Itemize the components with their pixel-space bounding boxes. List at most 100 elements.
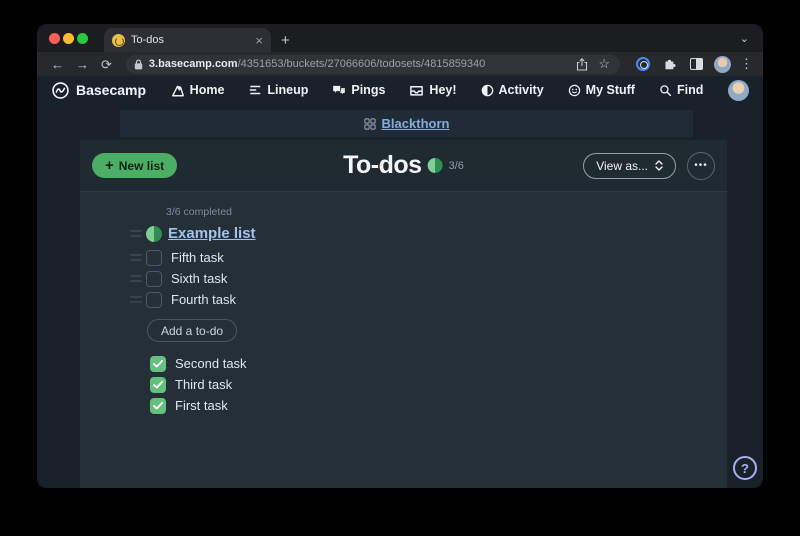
browser-tab[interactable]: To-dos × <box>104 28 271 52</box>
nav-item-lineup[interactable]: Lineup <box>248 83 308 97</box>
basecamp-navbar: Basecamp Home Lineup Pings Hey! <box>37 76 763 104</box>
drag-handle-icon[interactable] <box>130 296 146 303</box>
view-as-label: View as... <box>596 159 648 173</box>
list-progress-pie-icon <box>146 226 162 242</box>
browser-profile-avatar[interactable] <box>714 56 731 73</box>
address-bar[interactable]: 3.basecamp.com/4351653/buckets/27066606/… <box>126 55 620 74</box>
new-tab-button[interactable]: + <box>281 32 290 49</box>
todo-checkbox[interactable] <box>146 250 162 266</box>
todo-checkbox[interactable] <box>146 292 162 308</box>
nav-item-pings[interactable]: Pings <box>332 83 385 97</box>
nav-item-find[interactable]: Find <box>659 83 703 97</box>
new-list-label: New list <box>119 159 164 173</box>
breadcrumb: Blackthorn <box>120 110 693 137</box>
tab-search-chevron-icon[interactable]: ⌄ <box>740 32 749 45</box>
todo-row-done: Second task <box>150 353 256 374</box>
find-icon <box>659 84 672 97</box>
zoom-window-button[interactable] <box>77 33 88 44</box>
onepassword-extension-icon[interactable] <box>634 57 652 71</box>
updown-chevron-icon <box>655 160 663 171</box>
extensions-puzzle-icon[interactable] <box>661 57 679 71</box>
todos-titlebar: + New list To-dos 3/6 View as... ••• <box>80 140 727 192</box>
add-todo-button[interactable]: Add a to-do <box>147 319 237 342</box>
url-domain: 3.basecamp.com <box>149 58 238 70</box>
basecamp-page: Basecamp Home Lineup Pings Hey! <box>37 76 763 488</box>
pings-icon <box>332 84 346 97</box>
todo-row-done: Third task <box>150 374 256 395</box>
more-options-button[interactable]: ••• <box>687 152 715 180</box>
todo-row-done: First task <box>150 395 256 416</box>
browser-menu-kebab-icon[interactable]: ⋮ <box>740 56 753 72</box>
check-icon <box>153 381 163 389</box>
page-title: To-dos <box>343 151 421 180</box>
todo-label: Second task <box>175 356 247 371</box>
nav-item-home[interactable]: Home <box>171 83 225 97</box>
lineup-icon <box>248 84 262 96</box>
todo-checkbox-checked[interactable] <box>150 377 166 393</box>
breadcrumb-project-link[interactable]: Blackthorn <box>364 116 450 131</box>
plus-icon: + <box>105 158 114 173</box>
titlebar-controls: View as... ••• <box>583 152 715 180</box>
forward-icon[interactable]: → <box>72 58 93 71</box>
share-icon[interactable] <box>574 58 590 71</box>
list-title-link[interactable]: Example list <box>168 225 256 242</box>
completed-summary: 3/6 completed <box>166 206 256 218</box>
check-icon <box>153 360 163 368</box>
nav-item-activity[interactable]: Activity <box>481 83 544 97</box>
minimize-window-button[interactable] <box>63 33 74 44</box>
project-grid-icon <box>364 118 376 130</box>
drag-handle-icon[interactable] <box>130 230 146 237</box>
title-group: To-dos 3/6 <box>343 151 464 180</box>
close-window-button[interactable] <box>49 33 60 44</box>
basecamp-profile-avatar[interactable] <box>728 80 749 101</box>
home-icon <box>171 84 185 97</box>
url-text: 3.basecamp.com/4351653/buckets/27066606/… <box>149 58 568 70</box>
view-as-select[interactable]: View as... <box>583 153 676 179</box>
check-icon <box>153 402 163 410</box>
nav-item-my-stuff[interactable]: My Stuff <box>568 83 635 97</box>
todo-row-open: Fifth task <box>130 247 256 268</box>
help-button[interactable]: ? <box>733 456 757 480</box>
hey-icon <box>409 84 424 97</box>
todo-label: Sixth task <box>171 271 227 286</box>
todo-label: Fourth task <box>171 292 236 307</box>
browser-toolbar: ← → ⟳ 3.basecamp.com/4351653/buckets/270… <box>37 52 763 76</box>
basecamp-logo[interactable]: Basecamp <box>51 81 146 100</box>
todo-label: Fifth task <box>171 250 224 265</box>
todo-checkbox-checked[interactable] <box>150 398 166 414</box>
url-path: /4351653/buckets/27066606/todosets/48158… <box>238 58 486 70</box>
todo-label: First task <box>175 398 228 413</box>
progress-pie-icon <box>428 158 443 173</box>
todo-checkbox[interactable] <box>146 271 162 287</box>
side-panel-icon[interactable] <box>688 58 705 70</box>
tab-title: To-dos <box>131 34 249 46</box>
extensions-area: ⋮ <box>630 56 753 73</box>
brand-name: Basecamp <box>76 82 146 98</box>
list-header-row: Example list <box>130 222 256 245</box>
traffic-lights <box>37 33 88 52</box>
basecamp-logo-icon <box>51 81 70 100</box>
activity-icon <box>481 84 494 97</box>
todo-label: Third task <box>175 377 232 392</box>
bookmark-star-icon[interactable]: ☆ <box>596 56 612 72</box>
todos-panel: + New list To-dos 3/6 View as... ••• <box>80 140 727 488</box>
back-icon[interactable]: ← <box>47 58 68 71</box>
new-list-button[interactable]: + New list <box>92 153 177 178</box>
nav-item-hey[interactable]: Hey! <box>409 83 456 97</box>
todo-row-open: Fourth task <box>130 289 256 310</box>
todo-checkbox-checked[interactable] <box>150 356 166 372</box>
my-stuff-icon <box>568 84 581 97</box>
todo-row-open: Sixth task <box>130 268 256 289</box>
nav-menu: Home Lineup Pings Hey! Activity <box>171 83 704 97</box>
tab-strip: To-dos × + ⌄ <box>37 24 763 52</box>
drag-handle-icon[interactable] <box>130 275 146 282</box>
close-tab-icon[interactable]: × <box>255 34 263 47</box>
breadcrumb-project-label: Blackthorn <box>382 116 450 131</box>
basecamp-favicon-icon <box>112 34 125 47</box>
lock-icon <box>134 59 143 70</box>
drag-handle-icon[interactable] <box>130 254 146 261</box>
browser-window: To-dos × + ⌄ ← → ⟳ 3.basecamp.com/435165… <box>37 24 763 488</box>
todo-list: 3/6 completed Example list Fifth task Si… <box>130 206 256 416</box>
progress-count: 3/6 <box>449 160 464 172</box>
reload-icon[interactable]: ⟳ <box>97 58 116 71</box>
